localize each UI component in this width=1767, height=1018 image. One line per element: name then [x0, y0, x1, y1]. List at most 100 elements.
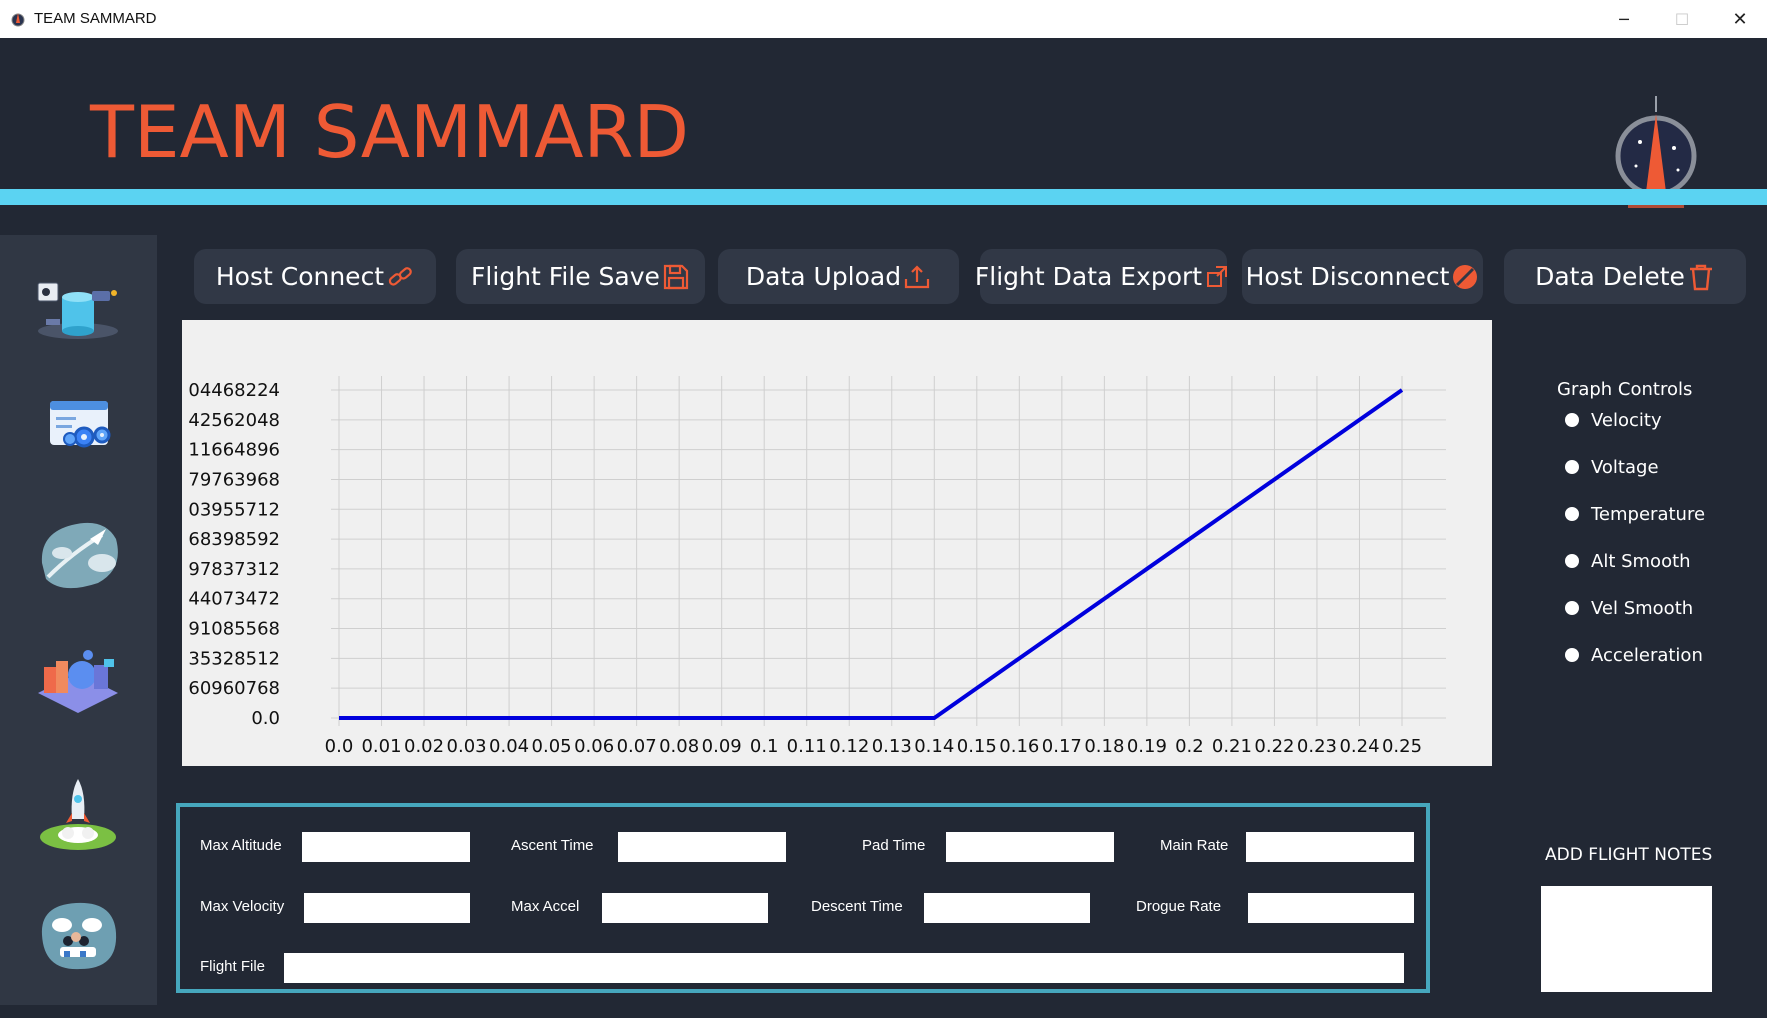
chart-svg: 0.0 60960768 35328512 91085568 44073472 97837…	[188, 376, 1446, 757]
x-tick-label: 0.08	[659, 736, 699, 757]
flight-notes-input[interactable]	[1541, 886, 1712, 992]
radio-label: Alt Smooth	[1591, 550, 1691, 572]
window-title: TEAM SAMMARD	[34, 10, 157, 27]
y-tick-label: 42562048	[188, 410, 280, 431]
y-tick-label: 68398592	[188, 529, 280, 550]
x-tick-label: 0.25	[1382, 736, 1422, 757]
radio-dot[interactable]	[1565, 413, 1579, 427]
radio-alt-smooth[interactable]: Alt Smooth	[1565, 548, 1691, 574]
rocket-flight-icon[interactable]	[32, 513, 124, 593]
main-rate-field[interactable]	[1246, 832, 1414, 862]
upload-icon	[903, 263, 931, 291]
x-tick-label: 0.22	[1254, 736, 1294, 757]
flight-file-field[interactable]	[284, 953, 1404, 983]
flight-notes-title: ADD FLIGHT NOTES	[1545, 845, 1713, 865]
max-velocity-field[interactable]	[304, 893, 470, 923]
ascent-time-label: Ascent Time	[511, 837, 594, 854]
radio-voltage[interactable]: Voltage	[1565, 454, 1659, 480]
y-tick-label: 60960768	[188, 678, 280, 699]
minimize-button[interactable]: ─	[1595, 0, 1653, 38]
data-upload-button[interactable]: Data Upload	[718, 249, 959, 304]
ascent-time-field[interactable]	[618, 832, 786, 862]
export-icon	[1204, 263, 1232, 291]
descent-time-label: Descent Time	[811, 898, 903, 915]
pad-time-label: Pad Time	[862, 837, 926, 854]
x-tick-label: 0.2	[1175, 736, 1204, 757]
data-upload-label: Data Upload	[745, 262, 902, 291]
app-header: TEAM SAMMARD	[0, 38, 1767, 208]
flight-data-export-label: Flight Data Export	[974, 262, 1203, 291]
y-tick-label: 79763968	[188, 469, 280, 490]
y-tick-label: 91085568	[188, 619, 280, 640]
radio-vel-smooth[interactable]: Vel Smooth	[1565, 595, 1693, 621]
series-line	[339, 388, 1404, 720]
team-icon[interactable]	[32, 895, 124, 975]
trash-icon	[1687, 263, 1715, 291]
flight-file-save-label: Flight File Save	[471, 262, 660, 291]
sidebar	[0, 235, 157, 1005]
x-tick-label: 0.14	[914, 736, 954, 757]
x-tick-label: 0.07	[617, 736, 657, 757]
host-connect-button[interactable]: Host Connect	[194, 249, 436, 304]
radio-dot[interactable]	[1565, 648, 1579, 662]
max-altitude-label: Max Altitude	[200, 837, 282, 854]
x-tick-label: 0.0	[325, 736, 354, 757]
x-tick-label: 0.17	[1042, 736, 1082, 757]
radio-dot[interactable]	[1565, 460, 1579, 474]
radio-dot[interactable]	[1565, 554, 1579, 568]
descent-time-field[interactable]	[924, 893, 1090, 923]
x-tick-label: 0.05	[532, 736, 572, 757]
x-tick-label: 0.24	[1339, 736, 1379, 757]
puzzle-build-icon[interactable]	[32, 637, 124, 717]
radio-temperature[interactable]: Temperature	[1565, 501, 1705, 527]
radio-label: Vel Smooth	[1591, 597, 1694, 619]
x-tick-label: 0.04	[489, 736, 529, 757]
data-delete-button[interactable]: Data Delete	[1504, 249, 1746, 304]
floppy-save-icon	[662, 263, 690, 291]
flight-file-save-button[interactable]: Flight File Save	[456, 249, 705, 304]
database-icon[interactable]	[32, 273, 124, 353]
x-tick-label: 0.06	[574, 736, 614, 757]
y-tick-label: 0.0	[251, 708, 280, 729]
x-tick-label: 0.1	[750, 736, 779, 757]
y-tick-label: 97837312	[188, 559, 280, 580]
flight-file-label: Flight File	[200, 958, 266, 975]
host-disconnect-button[interactable]: Host Disconnect	[1242, 249, 1483, 304]
x-tick-label: 0.21	[1212, 736, 1252, 757]
link-icon	[386, 263, 414, 291]
maximize-button[interactable]: ☐	[1653, 0, 1711, 38]
radio-label: Acceleration	[1591, 644, 1703, 666]
data-delete-label: Data Delete	[1535, 262, 1685, 291]
settings-window-icon[interactable]	[32, 385, 124, 465]
pad-time-field[interactable]	[946, 832, 1114, 862]
x-tick-label: 0.23	[1297, 736, 1337, 757]
window-titlebar: TEAM SAMMARD ─ ☐ ✕	[0, 0, 1767, 39]
x-tick-label: 0.11	[787, 736, 827, 757]
rocket-launch-icon[interactable]	[32, 775, 124, 855]
y-tick-label: 44073472	[188, 589, 280, 610]
x-tick-label: 0.15	[957, 736, 997, 757]
header-accent-bar	[0, 189, 1767, 205]
host-disconnect-label: Host Disconnect	[1245, 262, 1450, 291]
max-altitude-field[interactable]	[302, 832, 470, 862]
host-connect-label: Host Connect	[215, 262, 385, 291]
max-velocity-label: Max Velocity	[200, 898, 285, 915]
radio-dot[interactable]	[1565, 601, 1579, 615]
x-tick-label: 0.02	[404, 736, 444, 757]
radio-acceleration[interactable]: Acceleration	[1565, 642, 1703, 668]
close-button[interactable]: ✕	[1711, 0, 1767, 38]
y-tick-label: 11664896	[188, 440, 280, 461]
app-icon	[11, 13, 25, 27]
main-rate-label: Main Rate	[1160, 837, 1229, 854]
max-accel-field[interactable]	[602, 893, 768, 923]
x-tick-label: 0.09	[702, 736, 742, 757]
radio-label: Velocity	[1591, 409, 1662, 431]
flight-data-export-button[interactable]: Flight Data Export	[975, 249, 1228, 304]
radio-velocity[interactable]: Velocity	[1565, 407, 1662, 433]
drogue-rate-field[interactable]	[1248, 893, 1414, 923]
app-title: TEAM SAMMARD	[90, 90, 689, 174]
max-accel-label: Max Accel	[511, 898, 580, 915]
x-tick-label: 0.18	[1084, 736, 1124, 757]
radio-dot[interactable]	[1565, 507, 1579, 521]
x-tick-label: 0.01	[361, 736, 401, 757]
